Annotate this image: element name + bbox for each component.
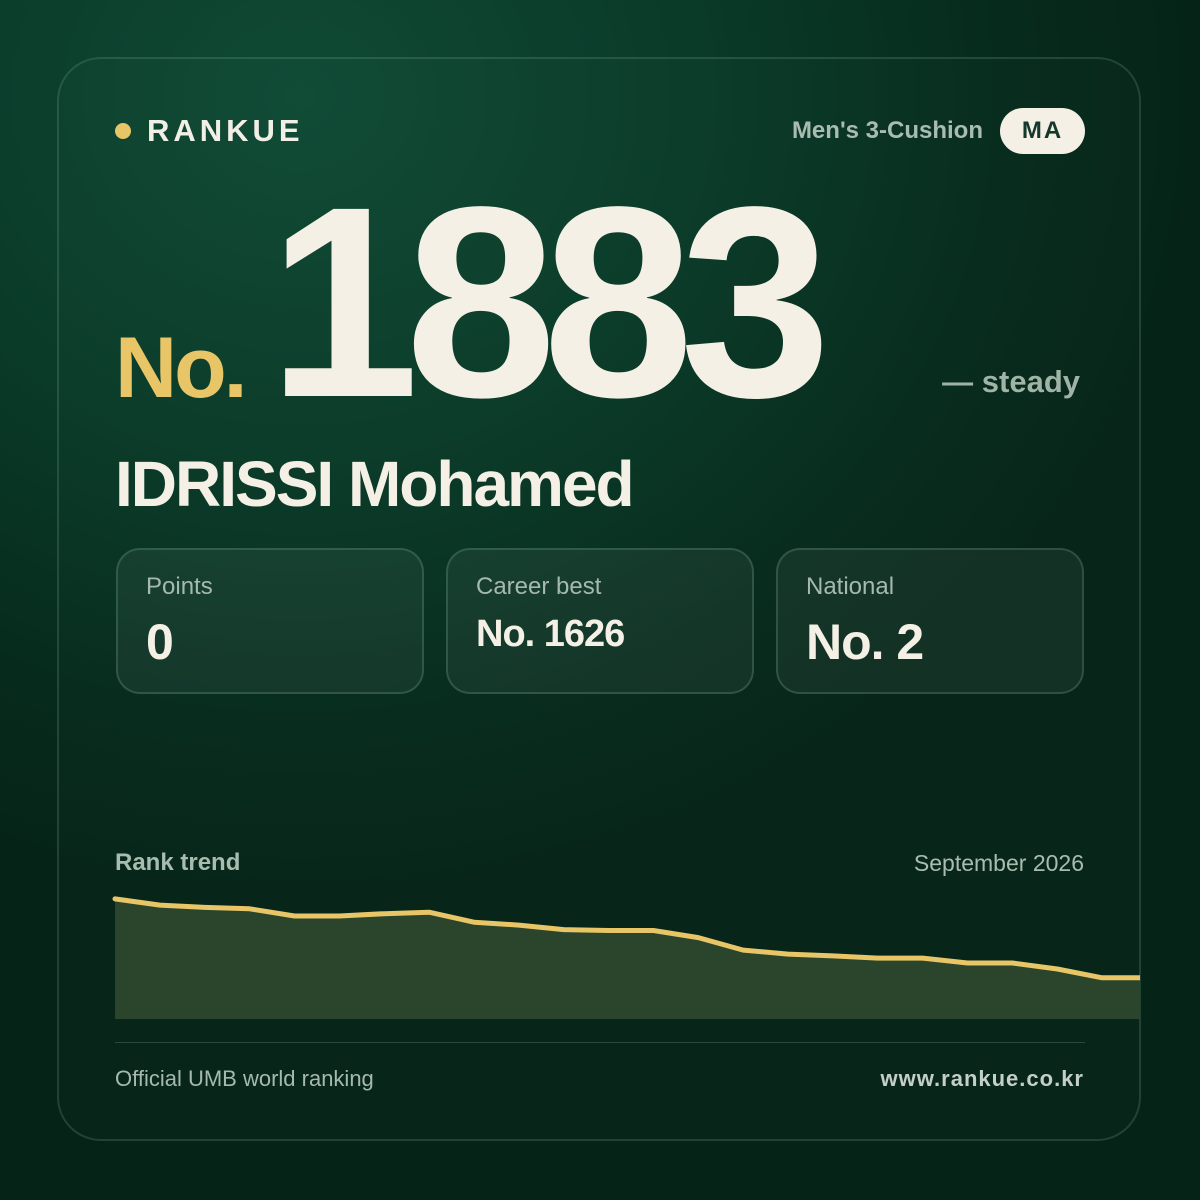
footer-divider bbox=[115, 1042, 1085, 1043]
chart-current-point bbox=[1142, 969, 1160, 987]
chart-area-fill bbox=[115, 898, 1140, 1019]
footer-website: www.rankue.co.kr bbox=[880, 1066, 1084, 1091]
footer-source: Official UMB world ranking bbox=[115, 1066, 374, 1091]
rank-trend-chart bbox=[112, 896, 1160, 1019]
